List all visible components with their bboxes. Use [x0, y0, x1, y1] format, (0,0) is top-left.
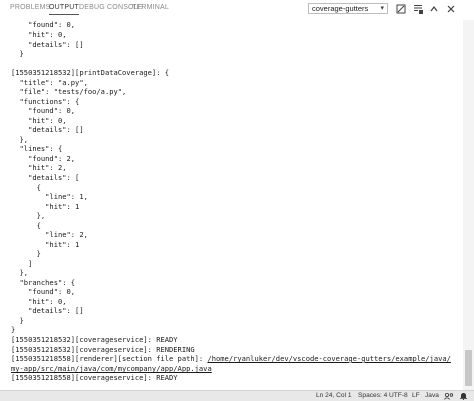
feedback-icon[interactable] — [444, 392, 454, 400]
output-line: "details": [] — [11, 40, 84, 49]
panel-header: PROBLEMS OUTPUT DEBUG CONSOLE TERMINAL c… — [0, 0, 474, 20]
status-cursor-position[interactable]: Ln 24, Col 1 — [316, 392, 352, 399]
output-line: } — [11, 249, 41, 258]
output-line: "file": "tests/foo/a.py", — [11, 87, 127, 96]
output-line: "found": 2, — [11, 154, 76, 163]
scrollbar-thumb[interactable] — [465, 350, 472, 386]
tab-terminal[interactable]: TERMINAL — [132, 4, 169, 14]
output-line: "details": [] — [11, 306, 84, 315]
output-line: "line": 1, — [11, 192, 88, 201]
output-line: } — [11, 325, 16, 334]
status-language[interactable]: Java — [425, 392, 439, 399]
output-panel[interactable]: "found": 0, "hit": 0, "details": [] } [1… — [0, 0, 463, 390]
tab-problems[interactable]: PROBLEMS — [10, 4, 51, 14]
clear-output-icon[interactable] — [395, 3, 407, 15]
notifications-icon[interactable] — [459, 392, 468, 400]
output-line: "hit": 2, — [11, 163, 67, 172]
log-prefix: [1550351218558][renderer][section file p… — [11, 354, 208, 363]
output-line: { — [11, 183, 41, 192]
status-eol[interactable]: LF — [412, 392, 420, 399]
output-line: "details": [ — [11, 173, 80, 182]
file-path-link-continued[interactable]: my-app/src/main/java/com/mycompany/app/A… — [11, 364, 212, 373]
output-line: [1550351218532][printDataCoverage]: { — [11, 68, 170, 77]
output-line: { — [11, 221, 41, 230]
output-line: "hit": 0, — [11, 116, 67, 125]
output-line: } — [11, 49, 24, 58]
output-line: "details": [] — [11, 125, 84, 134]
output-channel-value: coverage-gutters — [312, 4, 369, 13]
output-line: "found": 0, — [11, 20, 76, 29]
output-line: "functions": { — [11, 97, 80, 106]
output-line: "line": 2, — [11, 230, 88, 239]
output-line: "branches": { — [11, 278, 76, 287]
output-line: "hit": 1 — [11, 240, 80, 249]
tab-output[interactable]: OUTPUT — [49, 4, 79, 15]
status-bar: Ln 24, Col 1 Spaces: 4 UTF-8 LF Java — [0, 390, 474, 401]
output-line: "title": "a.py", — [11, 78, 88, 87]
vertical-scrollbar[interactable] — [463, 20, 474, 390]
output-line: ] — [11, 259, 33, 268]
file-path-link[interactable]: /home/ryanluker/dev/vscode-coverage-gutt… — [207, 354, 450, 363]
output-line: [1550351218558][renderer][section file p… — [11, 354, 451, 363]
output-line: [1550351218532][coverageservice]: READY — [11, 335, 178, 344]
output-line: [1550351218532][coverageservice]: RENDER… — [11, 345, 195, 354]
output-line: "hit": 0, — [11, 30, 67, 39]
output-line: "hit": 1 — [11, 202, 80, 211]
output-line: }, — [11, 211, 46, 220]
output-line: "hit": 0, — [11, 297, 67, 306]
output-channel-select[interactable]: coverage-gutters ▾ — [308, 3, 388, 14]
status-encoding[interactable]: UTF-8 — [389, 392, 408, 399]
lock-scroll-icon[interactable] — [412, 3, 424, 15]
output-line: [1550351218558][coverageservice]: READY — [11, 373, 178, 382]
chevron-down-icon: ▾ — [380, 5, 384, 12]
maximize-panel-icon[interactable] — [428, 3, 440, 15]
output-line: }, — [11, 268, 29, 277]
output-line: "found": 0, — [11, 106, 76, 115]
output-line: } — [11, 316, 24, 325]
status-indentation[interactable]: Spaces: 4 — [358, 392, 387, 399]
output-line: "found": 0, — [11, 287, 76, 296]
output-line: "lines": { — [11, 144, 63, 153]
vscode-window: "found": 0, "hit": 0, "details": [] } [1… — [0, 0, 474, 401]
close-panel-icon[interactable] — [445, 3, 457, 15]
output-line: }, — [11, 135, 29, 144]
